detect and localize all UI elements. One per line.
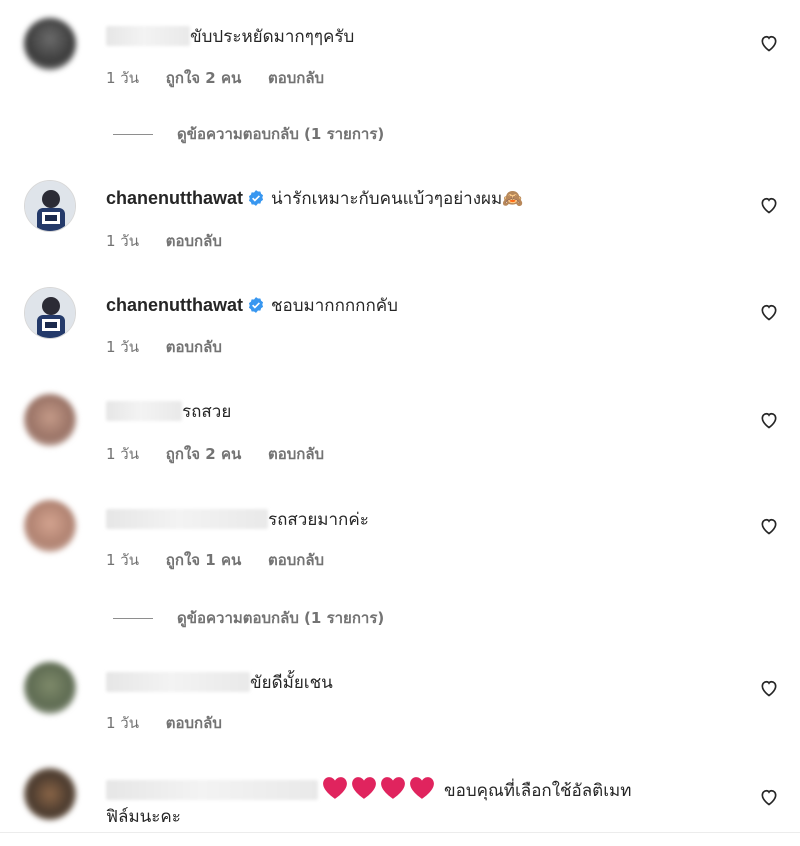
red-heart-icon: [352, 777, 376, 799]
reply-button[interactable]: ตอบกลับ: [166, 714, 222, 732]
comment-text: รถสวยมากค่ะ: [268, 510, 369, 530]
comment-text: ชอบมากกกกกคับ: [271, 296, 398, 316]
avatar[interactable]: [24, 500, 76, 552]
heart-outline-icon[interactable]: [759, 787, 779, 807]
avatar-photo-icon: [25, 181, 75, 231]
comment-likes[interactable]: ถูกใจ 2 คน: [166, 69, 241, 87]
heart-emoji-group: [322, 776, 438, 806]
avatar[interactable]: [24, 180, 76, 232]
username[interactable]: chanenutthawat: [106, 295, 243, 315]
avatar[interactable]: [24, 287, 76, 339]
red-heart-icon: [323, 777, 347, 799]
comment-time: 1 วัน: [106, 338, 139, 356]
avatar[interactable]: [24, 18, 76, 70]
reply-button[interactable]: ตอบกลับ: [268, 445, 324, 463]
verified-badge-icon: [248, 297, 264, 313]
heart-outline-icon[interactable]: [759, 678, 779, 698]
comment-text: รถสวย: [182, 402, 232, 422]
avatar-photo-icon: [25, 288, 75, 338]
comment-time: 1 วัน: [106, 445, 139, 463]
heart-outline-icon[interactable]: [759, 195, 779, 215]
username-hidden[interactable]: [106, 672, 250, 692]
comment-time: 1 วัน: [106, 69, 139, 87]
username-hidden[interactable]: [106, 26, 190, 46]
comment-text: ขอบคุณที่เลือกใช้อัลติเมท: [444, 781, 632, 801]
username-hidden[interactable]: [106, 780, 318, 800]
red-heart-icon: [381, 777, 405, 799]
username[interactable]: chanenutthawat: [106, 188, 243, 208]
heart-outline-icon[interactable]: [759, 302, 779, 322]
replies-divider: [113, 134, 153, 135]
avatar[interactable]: [24, 394, 76, 446]
reply-button[interactable]: ตอบกลับ: [166, 232, 222, 250]
reply-button[interactable]: ตอบกลับ: [268, 69, 324, 87]
comment-text: ขับประหยัดมากๆๆครับ: [190, 27, 355, 47]
divider: [0, 832, 800, 833]
view-replies-button[interactable]: ดูข้อความตอบกลับ (1 รายการ): [113, 606, 384, 630]
replies-divider: [113, 618, 153, 619]
avatar[interactable]: [24, 768, 76, 820]
heart-outline-icon[interactable]: [759, 516, 779, 536]
reply-button[interactable]: ตอบกลับ: [166, 338, 222, 356]
view-replies-button[interactable]: ดูข้อความตอบกลับ (1 รายการ): [113, 122, 384, 146]
username-hidden[interactable]: [106, 401, 182, 421]
comment-text: ขัยดีมั้ยเชน: [250, 673, 333, 693]
reply-button[interactable]: ตอบกลับ: [268, 551, 324, 569]
view-replies-label: ดูข้อความตอบกลับ (1 รายการ): [177, 609, 385, 627]
verified-badge-icon: [248, 190, 264, 206]
comment-likes[interactable]: ถูกใจ 2 คน: [166, 445, 241, 463]
comment-time: 1 วัน: [106, 551, 139, 569]
avatar[interactable]: [24, 662, 76, 714]
view-replies-label: ดูข้อความตอบกลับ (1 รายการ): [177, 125, 385, 143]
comment-time: 1 วัน: [106, 232, 139, 250]
heart-outline-icon[interactable]: [759, 33, 779, 53]
comment-text-continued: ฟิล์มนะคะ: [106, 807, 181, 827]
comment-text: น่ารักเหมาะกับคนแบ้วๆอย่างผม🙈: [271, 189, 524, 209]
heart-outline-icon[interactable]: [759, 410, 779, 430]
comment-time: 1 วัน: [106, 714, 139, 732]
red-heart-icon: [410, 777, 434, 799]
comment-likes[interactable]: ถูกใจ 1 คน: [166, 551, 241, 569]
username-hidden[interactable]: [106, 509, 268, 529]
